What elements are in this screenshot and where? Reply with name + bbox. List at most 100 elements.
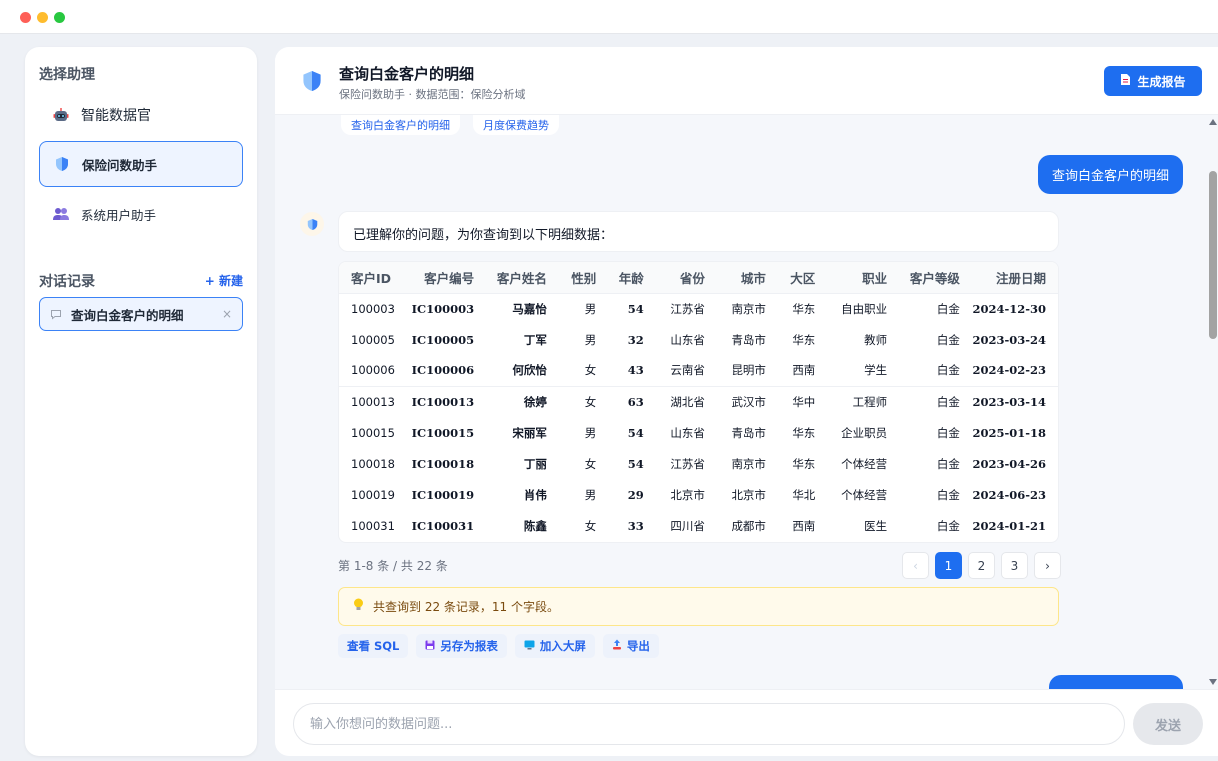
- history-item-label: 查询白金客户的明细: [71, 307, 184, 323]
- add-to-dashboard-label: 加入大屏: [539, 639, 586, 653]
- table-cell: 100005: [351, 332, 395, 347]
- add-to-dashboard-button[interactable]: 加入大屏: [514, 634, 595, 658]
- users-icon: [51, 204, 71, 224]
- table-cell: IC100003: [411, 301, 475, 316]
- table-cell: 陈鑫: [523, 518, 547, 533]
- table-row[interactable]: 100013 IC100013 徐婷 女 63 湖北省 武汉市 华中 工程师 白金 2023-03-…: [339, 386, 1058, 417]
- table-row[interactable]: 100015 IC100015 宋丽军 男 54 山东省 青岛市 华东 企业职员 白金 2025-0…: [339, 417, 1058, 448]
- table-row[interactable]: 100019 IC100019 肖伟 男 29 北京市 北京市 华北 个体经营 白金 2024-06…: [339, 479, 1058, 510]
- tip-text: 共查询到 22 条记录，11 个字段。: [373, 600, 559, 614]
- chat-bubble-icon: [50, 309, 62, 320]
- table-cell: 女: [584, 518, 597, 533]
- suggestion-chip[interactable]: 月度保费趋势: [473, 115, 559, 135]
- table-cell: 2024-06-23: [972, 487, 1046, 502]
- table-cell: 华东: [792, 301, 816, 316]
- scroll-up-arrow-icon[interactable]: [1209, 119, 1217, 125]
- maximize-window-button[interactable]: [54, 12, 65, 23]
- table-cell: 100015: [351, 425, 395, 440]
- chat-scrollbar[interactable]: [1208, 115, 1218, 689]
- column-header[interactable]: 注册日期: [971, 262, 1058, 294]
- table-cell: 江苏省: [670, 301, 705, 316]
- column-header[interactable]: 客户姓名: [486, 262, 559, 294]
- pagination-info: 第 1-8 条 / 共 22 条: [338, 559, 448, 573]
- table-cell: 北京市: [670, 487, 705, 502]
- assistant-item-system-users[interactable]: 系统用户助手: [39, 191, 243, 237]
- table-cell: 54: [627, 456, 644, 471]
- prev-page-button[interactable]: ‹: [902, 552, 929, 579]
- new-conversation-button[interactable]: + 新建: [205, 272, 243, 289]
- next-page-button[interactable]: ›: [1034, 552, 1061, 579]
- table-row[interactable]: 100003 IC100003 马嘉怡 男 54 江苏省 南京市 华东 自由职业 白金 2024-1…: [339, 293, 1058, 324]
- column-header[interactable]: 城市: [716, 262, 778, 294]
- table-cell: 100003: [351, 301, 395, 316]
- assistant-label: 智能数据官: [81, 108, 151, 124]
- table-row[interactable]: 100006 IC100006 何欣怡女 43 云南省 昆明市 西南 学生 白金 2024-02-…: [339, 355, 1058, 387]
- table-cell: 企业职员: [841, 425, 888, 440]
- pagination: ‹ 1 2 3 ›: [902, 552, 1061, 579]
- question-input[interactable]: [293, 703, 1125, 745]
- table-cell: 工程师: [852, 394, 888, 409]
- composer: 发送: [275, 689, 1218, 756]
- shield-icon: [307, 218, 318, 231]
- table-cell: 100006: [339, 355, 412, 387]
- delete-history-button[interactable]: ×: [222, 307, 232, 321]
- table-cell: 2024-02-23: [971, 355, 1058, 387]
- save-as-report-button[interactable]: 另存为报表: [416, 634, 507, 658]
- column-header[interactable]: 性别: [558, 262, 609, 294]
- scrollbar-thumb[interactable]: [1209, 171, 1217, 339]
- table-cell: 华中: [792, 394, 816, 409]
- table-cell: IC100013: [411, 394, 475, 409]
- table-cell: 63: [627, 394, 644, 409]
- table-cell: 个体经营: [841, 456, 888, 471]
- table-cell: IC100019: [411, 487, 475, 502]
- suggestion-chip[interactable]: 查询白金客户的明细: [341, 115, 460, 135]
- table-cell: 徐婷: [523, 394, 547, 409]
- scroll-down-arrow-icon[interactable]: [1209, 679, 1217, 685]
- column-header[interactable]: 客户等级: [899, 262, 972, 294]
- assistant-item-data-officer[interactable]: 智能数据官: [39, 92, 243, 138]
- column-header[interactable]: 年龄: [608, 262, 656, 294]
- assistant-item-insurance[interactable]: 保险问数助手: [39, 141, 243, 187]
- save-as-report-label: 另存为报表: [440, 639, 498, 653]
- table-cell: 2023-03-14: [972, 394, 1046, 409]
- minimize-window-button[interactable]: [37, 12, 48, 23]
- export-icon: [612, 639, 622, 653]
- assistant-avatar: [300, 212, 324, 236]
- table-row[interactable]: 100031 IC100031 陈鑫 女 33 四川省 成都市 西南 医生 白金 2024-01-2…: [339, 510, 1058, 541]
- message-actions: 查看 SQL 另存为报表 加入大屏 导出: [338, 634, 659, 658]
- table-cell: 教师: [864, 332, 888, 347]
- table-cell: 33: [627, 518, 644, 533]
- history-item[interactable]: 查询白金客户的明细 ×: [39, 297, 243, 331]
- column-header[interactable]: 职业: [827, 262, 900, 294]
- table-cell: 西南: [792, 518, 816, 533]
- result-summary-tip: 共查询到 22 条记录，11 个字段。: [338, 587, 1059, 626]
- table-cell: 医生: [864, 518, 888, 533]
- table-cell: 54: [627, 301, 644, 316]
- table-row[interactable]: 100005 IC100005 丁军 男 32 山东省 青岛市 华东 教师 白金 2023-03-2…: [339, 324, 1058, 355]
- table-cell: 白金: [936, 456, 960, 471]
- column-header[interactable]: 大区: [777, 262, 828, 294]
- user-message: 查询白金客户的明细: [1037, 155, 1183, 194]
- export-label: 导出: [626, 639, 650, 653]
- table-row[interactable]: 100018 IC100018 丁丽 女 54 江苏省 南京市 华东 个体经营 白金 2023-04…: [339, 448, 1058, 479]
- table-cell: 湖北省: [670, 394, 705, 409]
- view-sql-button[interactable]: 查看 SQL: [338, 634, 409, 658]
- table-cell: IC100015: [411, 425, 475, 440]
- monitor-icon: [524, 640, 535, 653]
- column-header[interactable]: 省份: [655, 262, 717, 294]
- table-cell: 宋丽军: [512, 425, 547, 440]
- column-header[interactable]: 客户ID: [339, 262, 412, 294]
- generate-report-button[interactable]: 生成报告: [1104, 66, 1202, 96]
- column-header[interactable]: 客户编号: [411, 262, 487, 294]
- page-button[interactable]: 2: [968, 552, 995, 579]
- page-button[interactable]: 1: [935, 552, 962, 579]
- page-button[interactable]: 3: [1001, 552, 1028, 579]
- send-button[interactable]: 发送: [1133, 703, 1203, 745]
- table-cell: 100013: [351, 394, 395, 409]
- export-button[interactable]: 导出: [602, 634, 659, 658]
- table-cell: IC100018: [411, 456, 475, 471]
- table-cell: IC100005: [411, 332, 475, 347]
- table-cell: 女: [584, 456, 597, 471]
- close-window-button[interactable]: [20, 12, 31, 23]
- table-cell: 白金: [936, 518, 960, 533]
